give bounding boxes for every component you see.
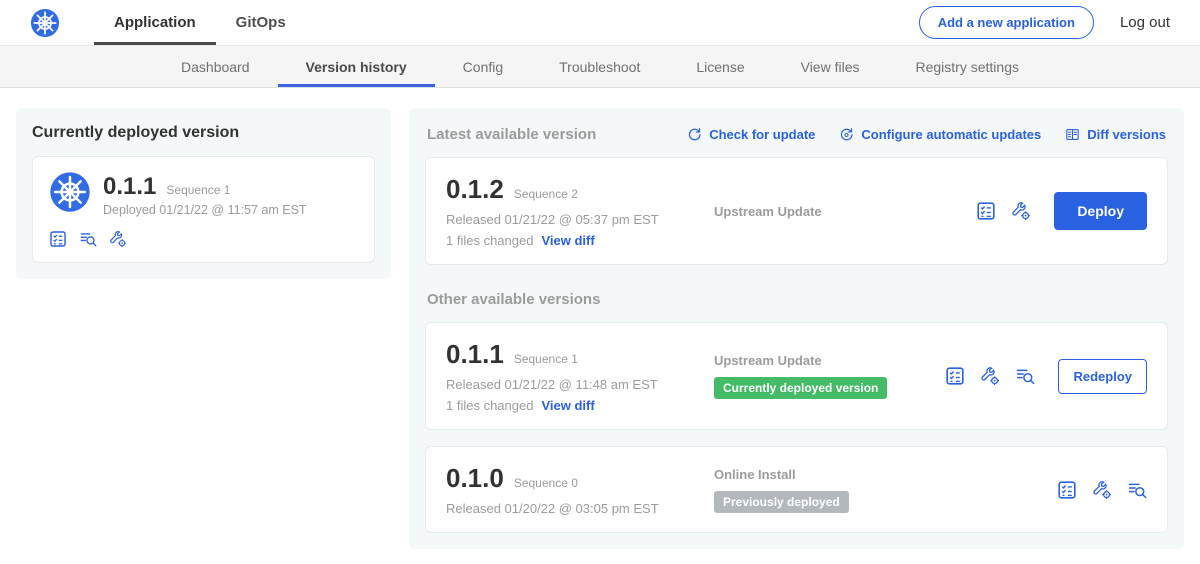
available-header: Latest available version Check for updat… bbox=[427, 126, 1166, 143]
release-notes-icon[interactable] bbox=[976, 201, 996, 221]
tab-application-label: Application bbox=[114, 14, 196, 31]
subnav-item-troubleshoot[interactable]: Troubleshoot bbox=[531, 46, 668, 87]
status-badge: Previously deployed bbox=[714, 491, 849, 513]
subnav-item-config[interactable]: Config bbox=[435, 46, 531, 87]
version-line: 0.1.0 Sequence 0 bbox=[446, 463, 708, 494]
deployed-timestamp: Deployed 01/21/22 @ 11:57 am EST bbox=[103, 203, 307, 217]
tab-gitops-label: GitOps bbox=[236, 14, 286, 31]
edit-config-icon[interactable] bbox=[109, 230, 127, 248]
subnav-label: License bbox=[696, 59, 744, 75]
tab-application[interactable]: Application bbox=[94, 0, 216, 45]
version-number: 0.1.1 bbox=[446, 339, 504, 370]
subnav-item-registry-settings[interactable]: Registry settings bbox=[888, 46, 1047, 87]
version-source-block: Upstream Update bbox=[708, 204, 976, 219]
version-actions bbox=[1057, 480, 1147, 500]
release-notes-icon[interactable] bbox=[49, 230, 67, 248]
deployed-version-card: 0.1.1 Sequence 1 Deployed 01/21/22 @ 11:… bbox=[32, 156, 375, 263]
subnav-label: Registry settings bbox=[916, 59, 1019, 75]
redeploy-button[interactable]: Redeploy bbox=[1058, 359, 1147, 394]
deployed-panel: Currently deployed version 0.1.1 Sequenc… bbox=[16, 108, 391, 279]
version-row: 0.1.2 Sequence 2 Released 01/21/22 @ 05:… bbox=[425, 157, 1168, 265]
version-number: 0.1.0 bbox=[446, 463, 504, 494]
auto-update-icon bbox=[839, 127, 854, 142]
version-released: Released 01/20/22 @ 03:05 pm EST bbox=[446, 501, 708, 516]
release-notes-icon[interactable] bbox=[1057, 480, 1077, 500]
version-line: 0.1.1 Sequence 1 bbox=[446, 339, 708, 370]
view-diff-icon[interactable] bbox=[1127, 480, 1147, 500]
configure-automatic-updates-link[interactable]: Configure automatic updates bbox=[839, 127, 1041, 142]
subnav-label: Config bbox=[463, 59, 503, 75]
version-source: Online Install bbox=[714, 467, 1057, 482]
deploy-button[interactable]: Deploy bbox=[1054, 192, 1147, 230]
diff-versions-icon bbox=[1065, 127, 1080, 142]
status-badge: Currently deployed version bbox=[714, 377, 887, 399]
deployed-card-top: 0.1.1 Sequence 1 Deployed 01/21/22 @ 11:… bbox=[49, 171, 358, 218]
deployed-version-number: 0.1.1 bbox=[103, 173, 156, 201]
version-row: 0.1.0 Sequence 0 Released 01/20/22 @ 03:… bbox=[425, 446, 1168, 533]
version-sequence: Sequence 1 bbox=[514, 352, 578, 366]
view-diff-icon[interactable] bbox=[79, 230, 97, 248]
diff-versions-label: Diff versions bbox=[1087, 127, 1166, 142]
deployed-sequence: Sequence 1 bbox=[166, 183, 230, 197]
check-for-update-label: Check for update bbox=[709, 127, 815, 142]
kubernetes-logo bbox=[30, 8, 60, 38]
add-application-button[interactable]: Add a new application bbox=[919, 6, 1094, 39]
available-title: Latest available version bbox=[427, 126, 596, 143]
version-number: 0.1.2 bbox=[446, 174, 504, 205]
version-released: Released 01/21/22 @ 11:48 am EST bbox=[446, 377, 708, 392]
version-actions: Deploy bbox=[976, 192, 1147, 230]
refresh-icon bbox=[687, 127, 702, 142]
version-line: 0.1.2 Sequence 2 bbox=[446, 174, 708, 205]
topbar-spacer bbox=[306, 0, 919, 45]
check-for-update-link[interactable]: Check for update bbox=[687, 127, 815, 142]
subnav-item-dashboard[interactable]: Dashboard bbox=[153, 46, 278, 87]
version-info: 0.1.2 Sequence 2 Released 01/21/22 @ 05:… bbox=[446, 174, 708, 248]
version-source: Upstream Update bbox=[714, 353, 945, 368]
version-sequence: Sequence 2 bbox=[514, 187, 578, 201]
version-info: 0.1.0 Sequence 0 Released 01/20/22 @ 03:… bbox=[446, 463, 708, 516]
app-icon bbox=[49, 171, 91, 218]
deployed-card-actions bbox=[49, 230, 358, 248]
version-source: Upstream Update bbox=[714, 204, 976, 219]
edit-config-icon[interactable] bbox=[1011, 201, 1031, 221]
edit-config-icon[interactable] bbox=[980, 366, 1000, 386]
subnav-item-version-history[interactable]: Version history bbox=[278, 46, 435, 87]
app-subnav: Dashboard Version history Config Trouble… bbox=[0, 46, 1200, 88]
version-row: 0.1.1 Sequence 1 Released 01/21/22 @ 11:… bbox=[425, 322, 1168, 430]
version-source-block: Online Install Previously deployed bbox=[708, 467, 1057, 513]
configure-automatic-updates-label: Configure automatic updates bbox=[861, 127, 1041, 142]
files-changed-line: 1 files changed View diff bbox=[446, 233, 708, 248]
edit-config-icon[interactable] bbox=[1092, 480, 1112, 500]
version-source-block: Upstream Update Currently deployed versi… bbox=[708, 353, 945, 399]
version-actions: Redeploy bbox=[945, 359, 1147, 394]
subnav-label: Troubleshoot bbox=[559, 59, 640, 75]
available-versions-panel: Latest available version Check for updat… bbox=[409, 108, 1184, 549]
subnav-label: Version history bbox=[306, 59, 407, 75]
subnav-item-license[interactable]: License bbox=[668, 46, 772, 87]
subnav-label: Dashboard bbox=[181, 59, 250, 75]
other-versions-title: Other available versions bbox=[427, 291, 1166, 308]
release-notes-icon[interactable] bbox=[945, 366, 965, 386]
subnav-item-view-files[interactable]: View files bbox=[773, 46, 888, 87]
version-line: 0.1.1 Sequence 1 bbox=[103, 173, 307, 201]
version-sequence: Sequence 0 bbox=[514, 476, 578, 490]
primary-nav: Application GitOps bbox=[94, 0, 306, 45]
version-released: Released 01/21/22 @ 05:37 pm EST bbox=[446, 212, 708, 227]
logout-link[interactable]: Log out bbox=[1120, 14, 1170, 31]
files-changed: 1 files changed bbox=[446, 398, 533, 413]
view-diff-link[interactable]: View diff bbox=[541, 398, 594, 413]
tab-gitops[interactable]: GitOps bbox=[216, 0, 306, 45]
files-changed: 1 files changed bbox=[446, 233, 533, 248]
top-bar: Application GitOps Add a new application… bbox=[0, 0, 1200, 46]
deployed-panel-title: Currently deployed version bbox=[32, 124, 375, 142]
available-header-actions: Check for update Configure automatic upd… bbox=[687, 127, 1166, 142]
deployed-version-info: 0.1.1 Sequence 1 Deployed 01/21/22 @ 11:… bbox=[103, 173, 307, 217]
view-diff-link[interactable]: View diff bbox=[541, 233, 594, 248]
main-content: Currently deployed version 0.1.1 Sequenc… bbox=[0, 88, 1200, 549]
version-info: 0.1.1 Sequence 1 Released 01/21/22 @ 11:… bbox=[446, 339, 708, 413]
diff-versions-link[interactable]: Diff versions bbox=[1065, 127, 1166, 142]
files-changed-line: 1 files changed View diff bbox=[446, 398, 708, 413]
subnav-label: View files bbox=[801, 59, 860, 75]
view-diff-icon[interactable] bbox=[1015, 366, 1035, 386]
